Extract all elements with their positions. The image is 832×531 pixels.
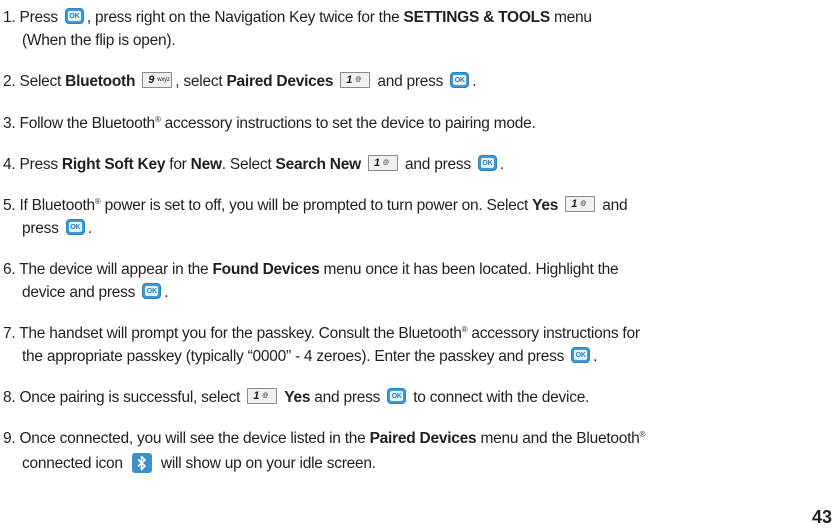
step-6: 6. The device will appear in the Found D… [3,258,829,281]
settings-tools-menu-name: SETTINGS & TOOLS [403,9,551,26]
step-text: and press [373,73,448,90]
step-4: 4. Press Right Soft Key for New. Select … [3,153,829,176]
ok-key-icon: OK [477,155,497,171]
yes-option-name: Yes [532,197,559,214]
step-text: 4. Press [3,156,62,173]
step-text: 5. If Bluetooth [3,197,95,214]
step-1: 1. Press OK, press right on the Navigati… [3,6,829,29]
step-9-continuation: connected icon will show up on your idle… [3,452,832,475]
ok-key-icon: OK [571,347,591,363]
paired-devices-menu-name: Paired Devices [226,73,334,90]
step-text: 1. Press [3,9,62,26]
step-text: the appropriate passkey (typically “0000… [22,348,569,365]
step-text: . [499,156,504,173]
key-1-icon: 1 @ [565,196,596,212]
step-text: will show up on your idle screen. [156,455,376,472]
key-1-icon: 1 @ [247,388,278,404]
step-text: and [598,197,628,214]
step-6-continuation: device and press OK. [3,281,832,304]
step-5: 5. If Bluetooth® power is set to off, yo… [3,194,829,217]
step-text: connected icon [22,455,127,472]
bluetooth-icon [131,453,152,473]
step-text: 2. Select [3,73,66,90]
step-text: menu once it has been located. Highlight… [319,261,619,278]
page-number: 43 [811,507,832,527]
step-text: . [472,73,477,90]
step-text: . Select [221,156,276,173]
right-soft-key-name: Right Soft Key [61,156,166,173]
step-text: and press [400,156,475,173]
registered-mark: ® [639,430,646,439]
step-text: device and press [22,284,140,301]
bluetooth-menu-name: Bluetooth [65,73,136,90]
step-text: . [593,348,598,365]
step-text: menu [549,9,592,26]
ok-key-icon: OK [65,219,85,235]
step-7-continuation: the appropriate passkey (typically “0000… [3,345,832,368]
found-devices-menu-name: Found Devices [212,261,320,278]
step-text: to connect with the device. [409,389,590,406]
step-text: , press right on the Navigation Key twic… [86,9,404,26]
yes-option-name: Yes [284,389,311,406]
ok-key-icon: OK [450,72,470,88]
step-text: 9. Once connected, you will see the devi… [3,430,370,447]
step-2: 2. Select Bluetooth 9 wxyz, select Paired… [3,70,829,93]
step-9: 9. Once connected, you will see the devi… [3,427,829,450]
step-text: accessory instructions to set the device… [160,115,536,132]
step-text: 7. The handset will prompt you for the p… [3,325,462,342]
key-9-icon: 9 wxyz [142,72,173,88]
step-3: 3. Follow the Bluetooth® accessory instr… [3,112,829,135]
step-5-continuation: press OK. [3,217,832,240]
new-option-name: New [190,156,222,173]
ok-key-icon: OK [142,283,162,299]
key-1-icon: 1 @ [367,155,398,171]
step-text: power is set to off, you will be prompte… [100,197,533,214]
step-text: . [87,220,92,237]
step-text: menu and the Bluetooth [476,430,640,447]
step-text: . [164,284,169,301]
step-text: , select [175,73,227,90]
step-text: (When the flip is open). [22,32,176,49]
ok-key-icon: OK [387,388,407,404]
step-8: 8. Once pairing is successful, select 1 @… [3,386,829,409]
ok-key-icon: OK [64,8,84,24]
step-text: press [22,220,63,237]
step-text: 8. Once pairing is successful, select [3,389,245,406]
step-1-continuation: (When the flip is open). [3,29,832,52]
step-text: and press [310,389,385,406]
step-text: for [165,156,191,173]
key-1-icon: 1 @ [340,72,371,88]
step-text: 6. The device will appear in the [3,261,213,278]
manual-page: 1. Press OK, press right on the Navigati… [0,0,832,531]
step-text: 3. Follow the Bluetooth [3,115,155,132]
step-text: accessory instructions for [467,325,640,342]
search-new-option-name: Search New [275,156,362,173]
paired-devices-menu-name: Paired Devices [369,430,477,447]
step-7: 7. The handset will prompt you for the p… [3,322,829,345]
